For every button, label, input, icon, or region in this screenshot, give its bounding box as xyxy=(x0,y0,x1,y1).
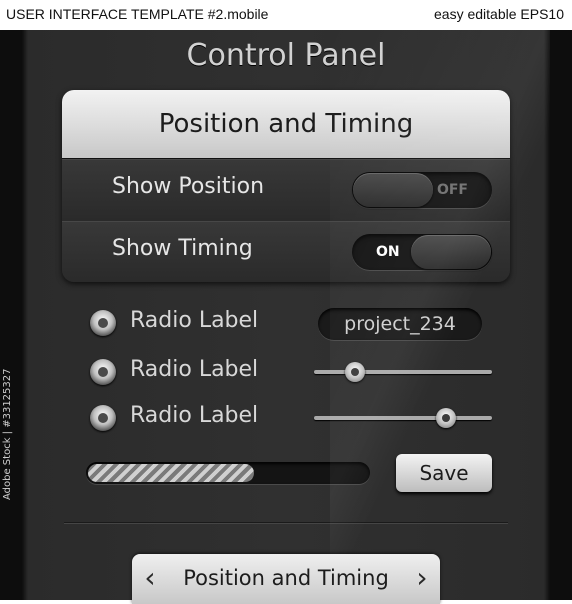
show-position-toggle[interactable]: OFF xyxy=(352,172,492,208)
row-label: Show Timing xyxy=(112,236,253,261)
radio-label: Radio Label xyxy=(130,357,259,382)
card-title: Position and Timing xyxy=(62,90,510,159)
toggle-state: OFF xyxy=(436,182,468,198)
toggle-knob xyxy=(353,173,433,207)
show-timing-toggle[interactable]: ON xyxy=(352,234,492,270)
slider-track xyxy=(314,416,492,420)
slider-2[interactable] xyxy=(314,408,492,428)
divider xyxy=(64,522,508,524)
save-button[interactable]: Save xyxy=(396,454,492,492)
chevron-right-icon[interactable]: › xyxy=(410,560,434,596)
page-title: Control Panel xyxy=(186,38,386,73)
radio-label: Radio Label xyxy=(130,403,259,428)
radio-button[interactable] xyxy=(90,359,116,385)
row-label: Show Position xyxy=(112,174,265,199)
settings-card: Position and Timing Show Position OFF Sh… xyxy=(62,90,510,282)
progress-fill xyxy=(88,464,255,482)
top-strip: USER INTERFACE TEMPLATE #2.mobile easy e… xyxy=(0,0,572,30)
project-name-field[interactable]: project_234 xyxy=(318,308,482,340)
toggle-knob xyxy=(411,235,491,269)
slider-1[interactable] xyxy=(314,362,492,382)
slider-thumb[interactable] xyxy=(435,408,456,428)
progress-bar xyxy=(86,462,370,484)
toggle-state: ON xyxy=(376,244,400,260)
radio-label: Radio Label xyxy=(130,308,259,333)
nav-title: Position and Timing xyxy=(183,566,389,590)
section-nav: ‹ Position and Timing › xyxy=(132,554,440,604)
radio-button[interactable] xyxy=(90,405,116,431)
stock-id-text: Adobe Stock | #33125327 xyxy=(2,368,13,501)
slider-thumb[interactable] xyxy=(344,362,365,382)
phone-screen: Adobe Stock | #33125327 Control Panel Po… xyxy=(0,30,572,604)
chevron-left-icon[interactable]: ‹ xyxy=(138,560,162,596)
row-show-position: Show Position OFF xyxy=(62,159,510,221)
format-caption: easy editable EPS10 xyxy=(434,6,564,22)
radio-button[interactable] xyxy=(90,310,116,336)
template-caption: USER INTERFACE TEMPLATE #2.mobile xyxy=(6,6,269,22)
row-show-timing: Show Timing ON xyxy=(62,221,510,282)
slider-track xyxy=(314,370,492,374)
